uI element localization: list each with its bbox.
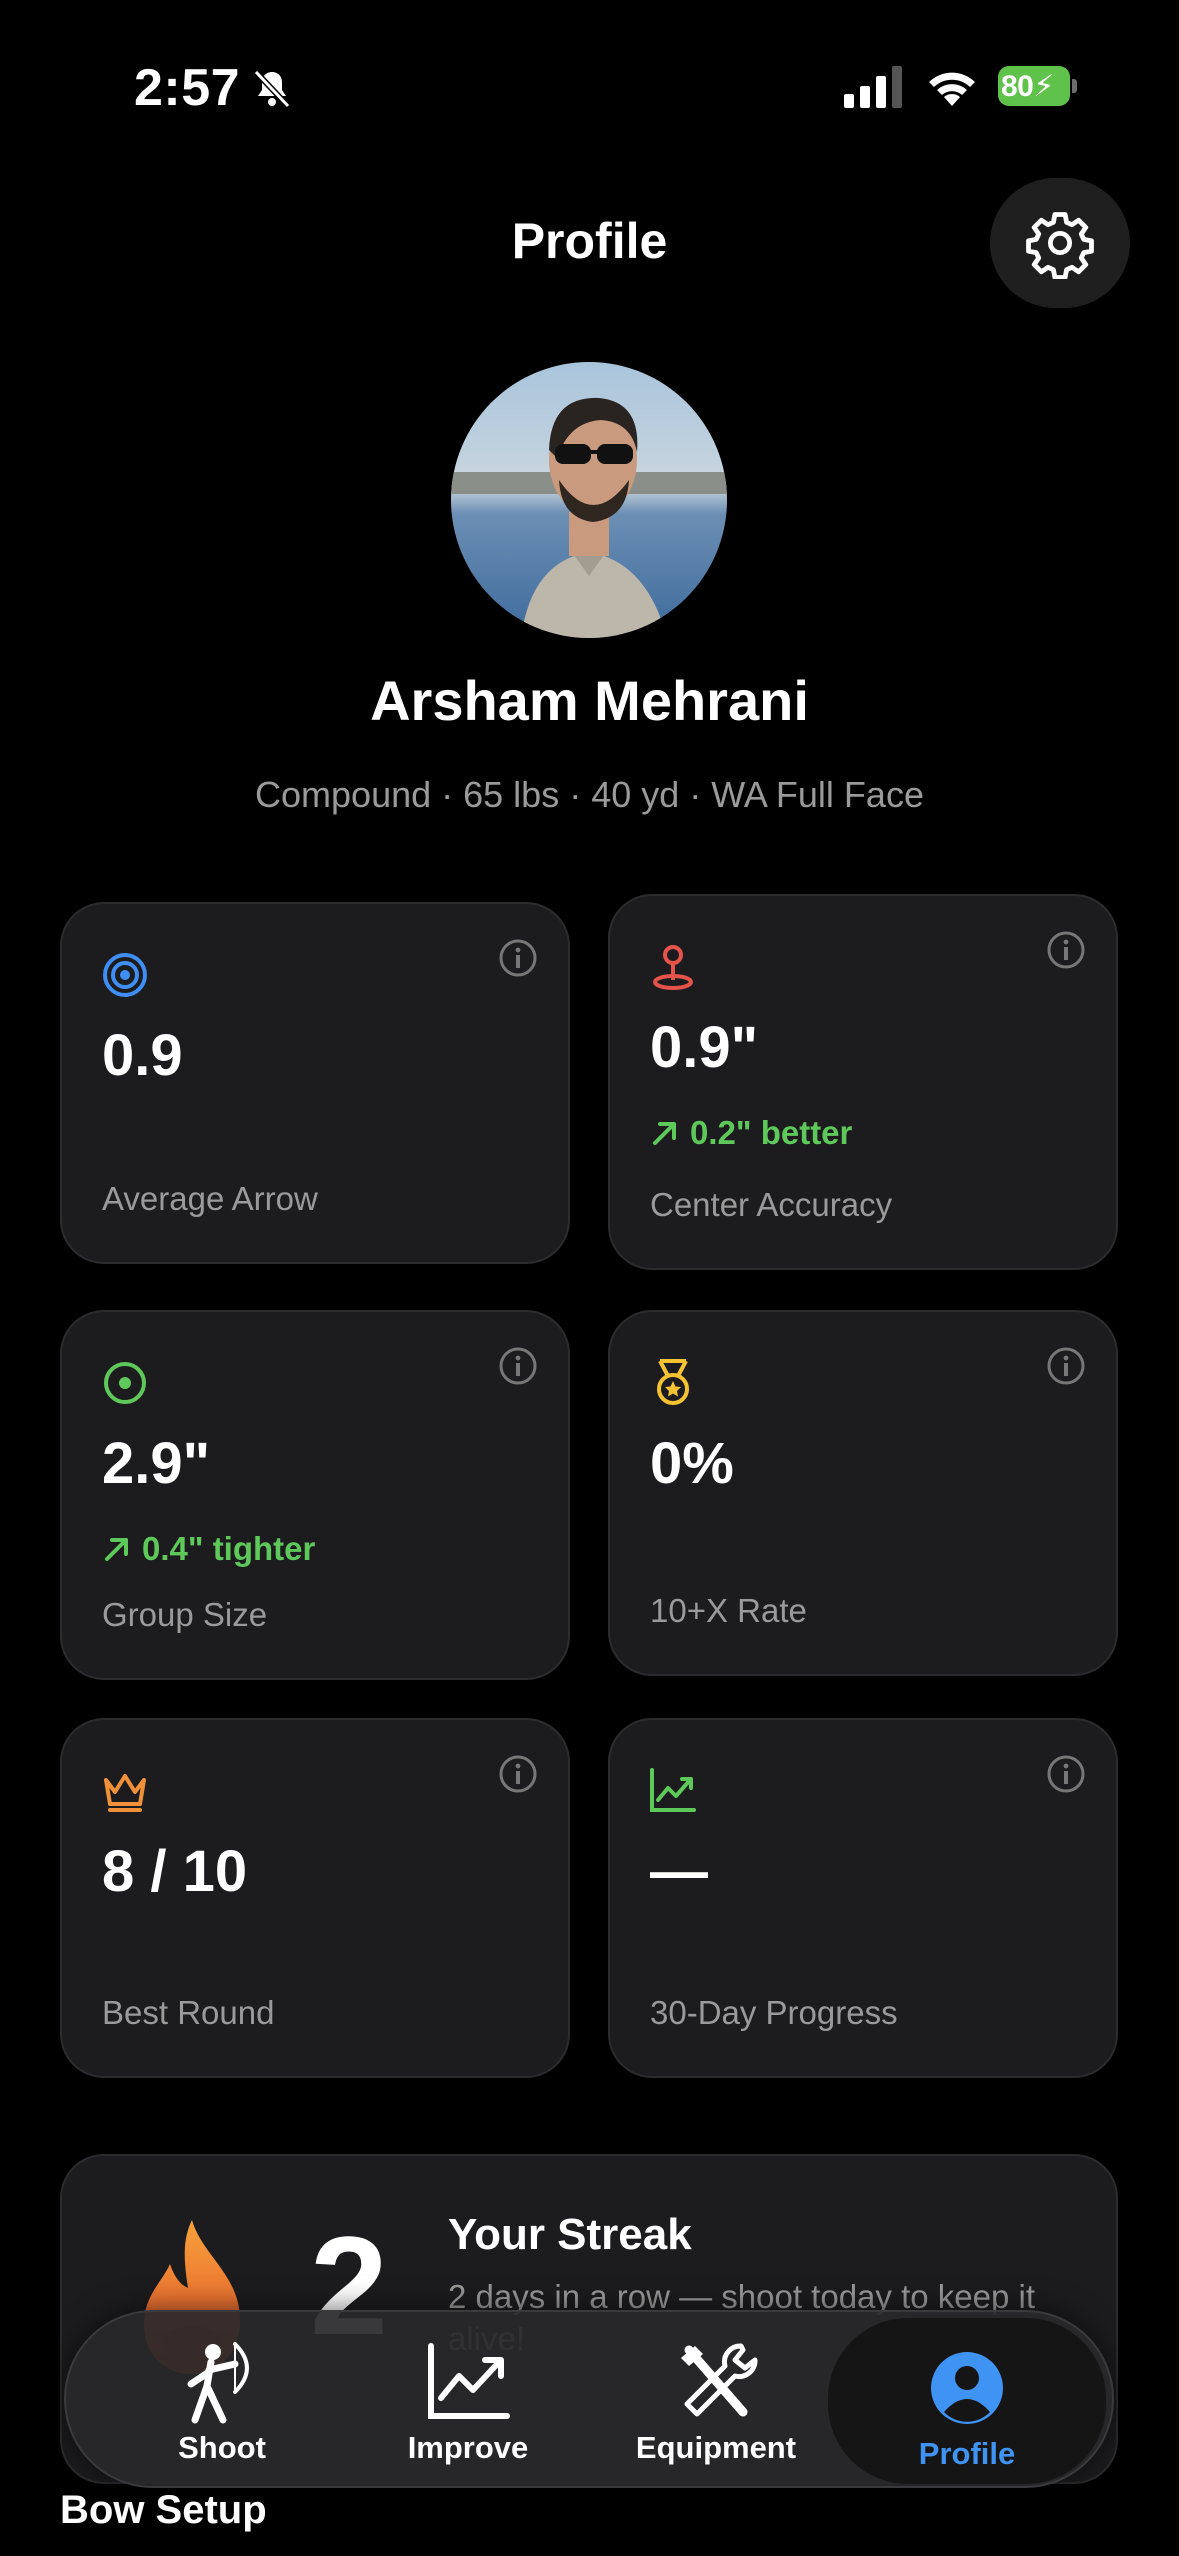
chart-trend-icon xyxy=(428,2343,510,2419)
trend-icon xyxy=(650,1768,696,1812)
stat-value: 8 / 10 xyxy=(102,1839,248,1904)
stat-delta: 0.2" better xyxy=(650,1114,852,1152)
profile-photo xyxy=(451,362,727,638)
stat-value: 2.9" xyxy=(102,1431,211,1496)
tab-label: Profile xyxy=(918,2436,1016,2471)
stat-label: 10+X Rate xyxy=(650,1592,807,1629)
stat-card-30-day-progress[interactable]: — 30-Day Progress xyxy=(608,1718,1118,2078)
status-bar: 2:57 80⚡ xyxy=(0,0,1179,170)
section-heading-bow-setup: Bow Setup xyxy=(60,2488,267,2532)
stat-label: Average Arrow xyxy=(102,1180,318,1217)
tab-bar: Shoot Improve Equipment Profile xyxy=(64,2310,1114,2488)
info-icon[interactable] xyxy=(498,1754,538,1794)
tab-profile[interactable]: Profile xyxy=(828,2318,1106,2484)
tab-improve[interactable]: Improve xyxy=(348,2312,588,2490)
stat-value: 0.9" xyxy=(650,1015,759,1080)
archer-icon xyxy=(187,2342,249,2424)
tab-equipment[interactable]: Equipment xyxy=(596,2312,836,2490)
stat-delta: 0.4" tighter xyxy=(102,1530,315,1568)
user-name: Arsham Mehrani xyxy=(370,669,809,732)
target-icon xyxy=(103,953,147,997)
tab-label: Shoot xyxy=(178,2430,266,2465)
stat-label: Center Accuracy xyxy=(650,1186,893,1223)
scope-icon xyxy=(104,1362,146,1404)
stat-value: 0% xyxy=(650,1431,734,1496)
tab-shoot[interactable]: Shoot xyxy=(102,2312,342,2490)
tools-icon xyxy=(681,2343,758,2417)
settings-button[interactable] xyxy=(990,178,1130,308)
battery-indicator: 80⚡ xyxy=(998,66,1078,106)
info-icon[interactable] xyxy=(498,1346,538,1386)
arrow-up-right-icon xyxy=(105,1538,128,1561)
stat-value: — xyxy=(650,1839,708,1904)
bell-off-icon xyxy=(253,69,291,109)
stat-card-group-size[interactable]: 2.9" 0.4" tighter Group Size xyxy=(60,1310,570,1680)
pin-icon xyxy=(653,945,693,990)
user-setup-summary: Compound · 65 lbs · 40 yd · WA Full Face xyxy=(255,774,924,815)
gear-icon xyxy=(1026,212,1094,279)
tab-label: Improve xyxy=(407,2430,529,2465)
tab-label: Equipment xyxy=(635,2430,797,2465)
info-icon[interactable] xyxy=(1046,1754,1086,1794)
status-time: 2:57 xyxy=(134,59,241,117)
streak-title: Your Streak xyxy=(448,2210,692,2259)
info-icon[interactable] xyxy=(1046,930,1086,970)
stat-card-10x-rate[interactable]: 0% 10+X Rate xyxy=(608,1310,1118,1676)
wifi-icon xyxy=(929,72,975,106)
info-icon[interactable] xyxy=(1046,1346,1086,1386)
cellular-signal-icon xyxy=(844,66,902,108)
info-icon[interactable] xyxy=(498,938,538,978)
stat-label: Best Round xyxy=(102,1994,275,2031)
crown-icon xyxy=(104,1774,146,1812)
stat-card-average-arrow[interactable]: 0.9 Average Arrow xyxy=(60,902,570,1264)
stat-value: 0.9 xyxy=(102,1023,183,1088)
stat-label: 30-Day Progress xyxy=(650,1994,898,2031)
arrow-up-right-icon xyxy=(653,1122,676,1145)
stat-card-center-accuracy[interactable]: 0.9" 0.2" better Center Accuracy xyxy=(608,894,1118,1270)
person-circle-icon xyxy=(931,2352,1003,2424)
stat-card-best-round[interactable]: 8 / 10 Best Round xyxy=(60,1718,570,2078)
avatar[interactable] xyxy=(451,362,727,638)
stat-label: Group Size xyxy=(102,1596,268,1633)
medal-icon xyxy=(657,1359,689,1405)
